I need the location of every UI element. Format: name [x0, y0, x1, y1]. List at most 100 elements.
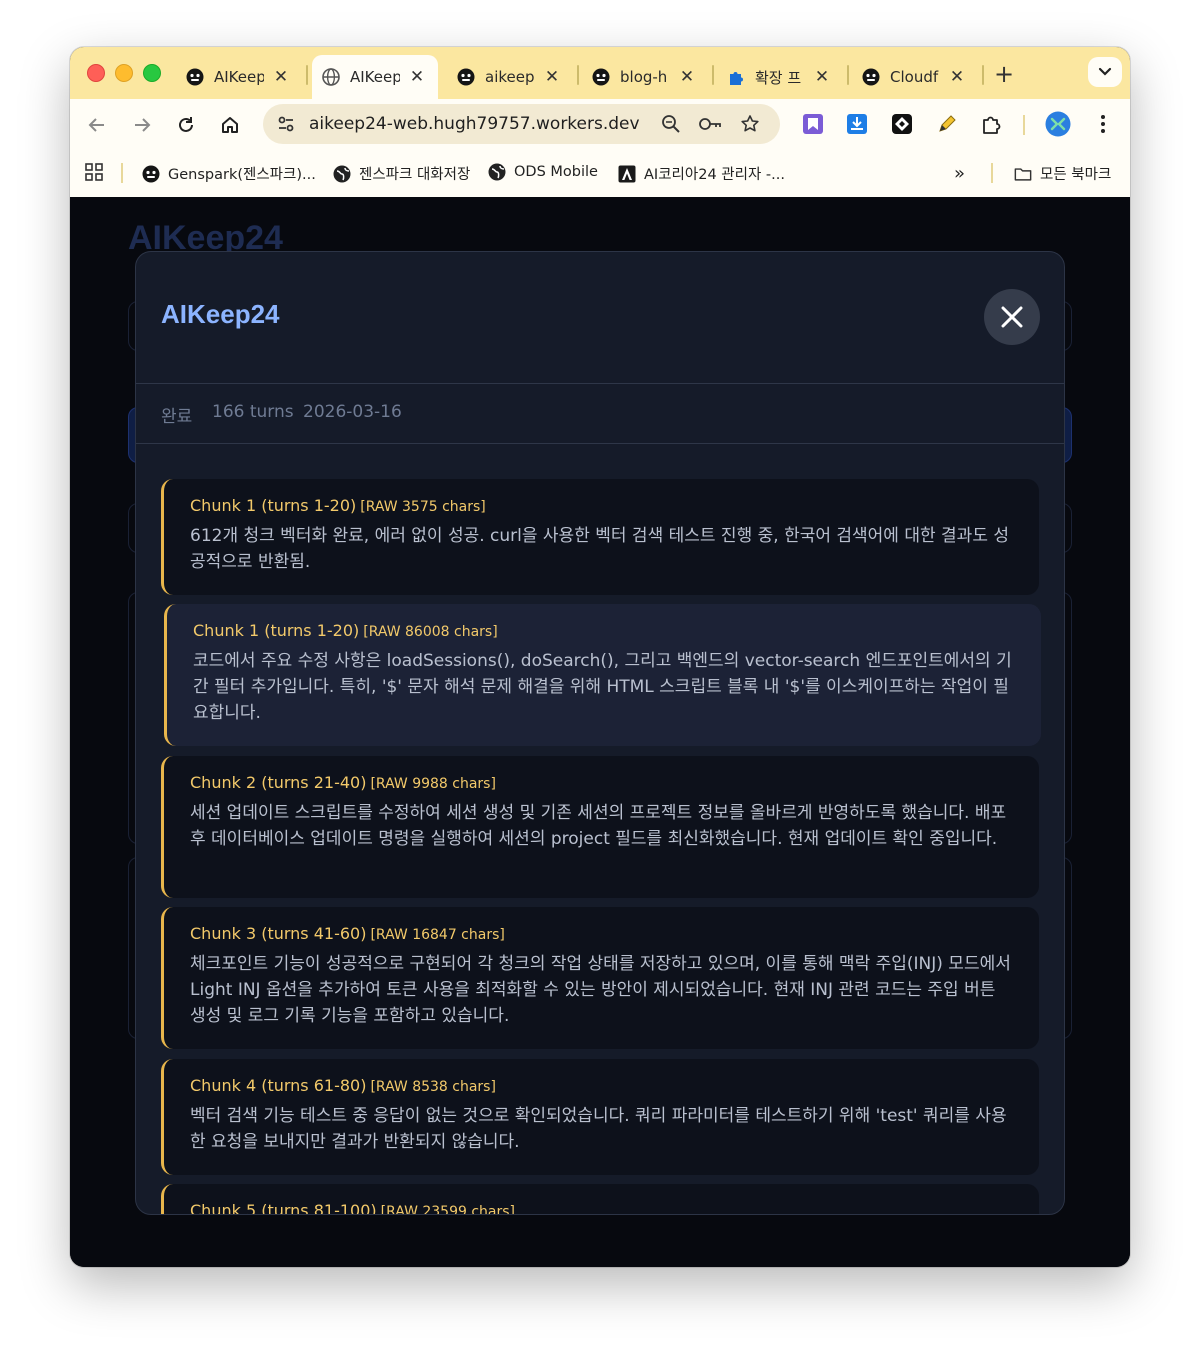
chunk-card-highlighted[interactable]: Chunk 1 (turns 1-20) [RAW 86008 chars] 코드…	[164, 604, 1041, 746]
bookmark-label: AI코리아24 관리자 -...	[644, 167, 785, 183]
more-bookmarks-icon[interactable]: »	[954, 163, 965, 184]
admin-logo-icon	[618, 165, 636, 183]
chunk-title: Chunk 2 (turns 21-40)	[190, 773, 367, 792]
tab-separator	[306, 65, 308, 85]
url-text[interactable]: aikeep24-web.hugh79757.workers.dev	[309, 114, 640, 134]
session-date: 2026-03-16	[303, 402, 402, 422]
chunk-header: Chunk 3 (turns 41-60) [RAW 16847 chars]	[190, 922, 1015, 947]
globe-icon	[322, 68, 340, 86]
tab-search-button[interactable]	[1088, 57, 1122, 87]
minimize-window-button[interactable]	[115, 64, 133, 82]
globe-icon	[333, 165, 351, 183]
chunk-summary: 612개 청크 벡터화 완료, 에러 없이 성공. curl을 사용한 벡터 검…	[190, 526, 1009, 572]
chevron-down-icon	[1098, 67, 1112, 76]
tab-label: Cloudf	[890, 68, 939, 86]
toolbar-separator	[1023, 115, 1025, 135]
chunk-summary: 체크포인트 기능이 성공적으로 구현되어 각 청크의 작업 상태를 저장하고 있…	[190, 954, 1011, 1026]
chunk-card[interactable]: Chunk 3 (turns 41-60) [RAW 16847 chars] 체…	[161, 907, 1039, 1049]
chunk-list: Chunk 1 (turns 1-20) [RAW 3575 chars] 612…	[136, 444, 1064, 1214]
tab-close-icon[interactable]: ✕	[811, 66, 833, 88]
modal-header: AIKeep24	[136, 252, 1064, 384]
bookmarks-bar: Genspark(젠스파크)... 젠스파크 대화저장 ODS Mobile A…	[70, 149, 1130, 198]
tab-separator	[577, 65, 579, 85]
kebab-menu-icon[interactable]	[1090, 111, 1116, 137]
reload-button[interactable]	[172, 111, 200, 139]
home-icon	[222, 117, 238, 133]
tab-close-icon[interactable]: ✕	[676, 66, 698, 88]
tab-cloudflare[interactable]: Cloudf ✕	[852, 55, 978, 99]
maximize-window-button[interactable]	[143, 64, 161, 82]
back-button[interactable]	[83, 111, 111, 139]
chunk-raw-size: [RAW 9988 chars]	[370, 776, 496, 792]
chunk-raw-size: [RAW 23599 chars]	[380, 1204, 516, 1214]
turns-count: 166 turns	[212, 402, 294, 422]
aikeep-favicon-icon	[862, 68, 880, 86]
site-settings-icon[interactable]	[273, 111, 299, 137]
tab-label: AIKeep	[214, 68, 264, 86]
chunk-raw-size: [RAW 86008 chars]	[363, 624, 498, 640]
chunk-title: Chunk 5 (turns 81-100)	[190, 1201, 377, 1214]
bookmark-genspark-save[interactable]: 젠스파크 대화저장	[333, 163, 470, 184]
bookmark-label: Genspark(젠스파크)...	[168, 167, 316, 183]
arrow-right-icon	[135, 118, 151, 132]
chunk-title: Chunk 3 (turns 41-60)	[190, 924, 367, 943]
tab-separator	[982, 65, 984, 85]
bookmark-separator	[991, 163, 993, 183]
pencil-extension-icon[interactable]	[934, 111, 960, 137]
chunk-title: Chunk 1 (turns 1-20)	[193, 621, 360, 640]
tab-strip: AIKeep ✕ AIKeep ✕ aikeep ✕ blog-h ✕ 확장 프…	[70, 47, 1130, 99]
tab-close-icon[interactable]: ✕	[541, 66, 563, 88]
diamond-extension-icon[interactable]	[889, 111, 915, 137]
close-window-button[interactable]	[87, 64, 105, 82]
address-bar[interactable]: aikeep24-web.hugh79757.workers.dev	[263, 104, 780, 144]
bookmark-extension-icon[interactable]	[800, 111, 826, 137]
tab-separator	[712, 65, 714, 85]
bookmark-aikorea-admin[interactable]: AI코리아24 관리자 -...	[618, 163, 785, 184]
chunk-summary: 세션 업데이트 스크립트를 수정하여 세션 생성 및 기존 세션의 프로젝트 정…	[190, 803, 1007, 849]
tab-close-icon[interactable]: ✕	[946, 66, 968, 88]
tab-label: AIKeep	[350, 68, 400, 86]
folder-icon	[1014, 165, 1032, 183]
tab-aikeep-active[interactable]: AIKeep ✕	[312, 55, 438, 99]
aikeep-favicon-icon	[186, 68, 204, 86]
tab-aikeep-1[interactable]: AIKeep ✕	[176, 55, 302, 99]
chunk-raw-size: [RAW 8538 chars]	[370, 1079, 496, 1095]
apps-grid-icon[interactable]	[85, 163, 103, 181]
tab-label: blog-h	[620, 68, 668, 86]
chunk-header: Chunk 4 (turns 61-80) [RAW 8538 chars]	[190, 1074, 1015, 1099]
modal-title: AIKeep24	[161, 299, 280, 329]
modal-close-button[interactable]	[984, 289, 1040, 345]
browser-toolbar: aikeep24-web.hugh79757.workers.dev	[70, 99, 1130, 149]
tab-aikeep-3[interactable]: aikeep ✕	[447, 55, 573, 99]
chunk-header: Chunk 1 (turns 1-20) [RAW 86008 chars]	[193, 619, 1017, 644]
profile-avatar-icon[interactable]	[1045, 111, 1071, 137]
chunk-card[interactable]: Chunk 2 (turns 21-40) [RAW 9988 chars] 세션…	[161, 756, 1039, 898]
status-label: 완료	[161, 407, 193, 427]
forward-button[interactable]	[128, 111, 156, 139]
zoom-icon[interactable]	[659, 112, 683, 136]
chunk-card[interactable]: Chunk 1 (turns 1-20) [RAW 3575 chars] 612…	[161, 479, 1039, 595]
chunk-card[interactable]: Chunk 5 (turns 81-100) [RAW 23599 chars]	[161, 1184, 1039, 1214]
tab-close-icon[interactable]: ✕	[270, 66, 292, 88]
bookmark-ods-mobile[interactable]: ODS Mobile	[488, 163, 598, 181]
browser-window: AIKeep ✕ AIKeep ✕ aikeep ✕ blog-h ✕ 확장 프…	[70, 47, 1130, 1267]
download-extension-icon[interactable]	[844, 111, 870, 137]
chunk-card[interactable]: Chunk 4 (turns 61-80) [RAW 8538 chars] 벡터…	[161, 1059, 1039, 1175]
tab-close-icon[interactable]: ✕	[406, 66, 428, 88]
puzzle-icon	[727, 68, 745, 86]
extensions-puzzle-icon[interactable]	[979, 111, 1005, 137]
aikeep-favicon-icon	[142, 165, 160, 183]
page-content: AIKeep24 AIKeep24 완료 166 turns 2026-03-1…	[70, 197, 1130, 1267]
key-icon[interactable]	[698, 112, 722, 136]
tab-blog[interactable]: blog-h ✕	[582, 55, 708, 99]
all-bookmarks-button[interactable]: 모든 북마크	[1014, 163, 1111, 184]
chunk-summary: 벡터 검색 기능 테스트 중 응답이 없는 것으로 확인되었습니다. 쿼리 파라…	[190, 1106, 1007, 1152]
new-tab-button[interactable]: +	[990, 60, 1018, 88]
star-icon[interactable]	[738, 112, 762, 136]
bookmark-label: ODS Mobile	[514, 164, 598, 180]
tab-extensions[interactable]: 확장 프 ✕	[717, 55, 843, 99]
chunk-summary: 코드에서 주요 수정 사항은 loadSessions(), doSearch(…	[193, 651, 1012, 723]
home-button[interactable]	[216, 111, 244, 139]
bookmark-genspark[interactable]: Genspark(젠스파크)...	[142, 163, 316, 184]
tab-separator	[847, 65, 849, 85]
